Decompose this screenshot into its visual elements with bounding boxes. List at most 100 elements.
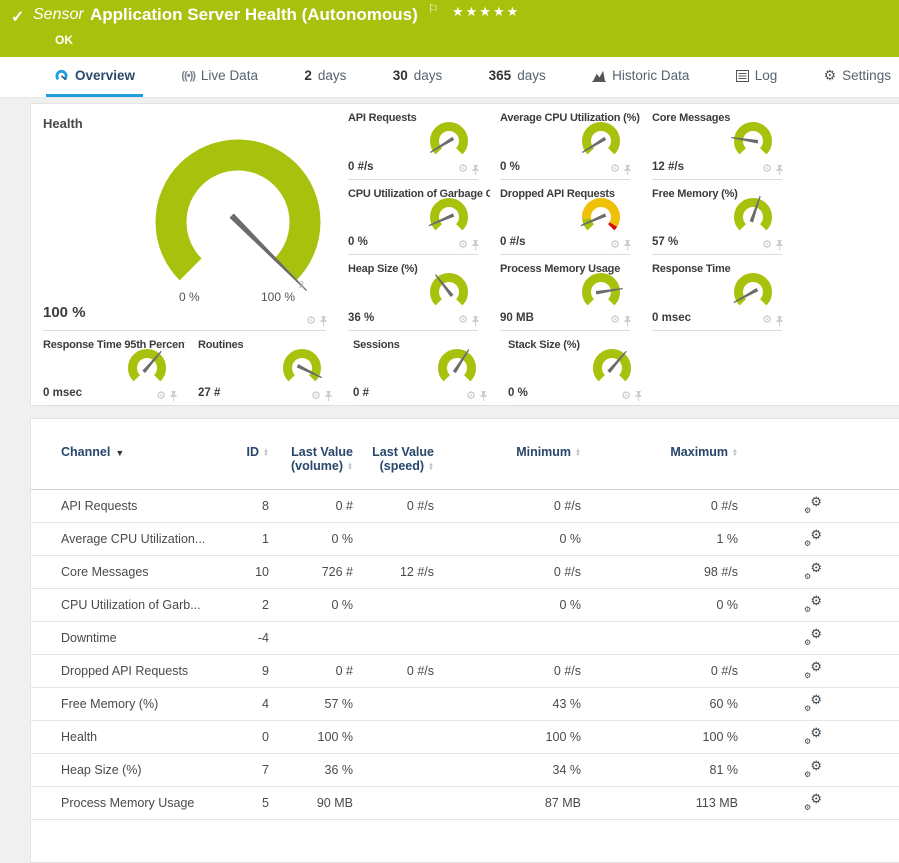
gauge-tile-dropped-api-requests: Dropped API Requests0 #/s⚙ bbox=[488, 180, 640, 256]
gauge-tile-value: 27 # bbox=[198, 387, 220, 399]
settings-icon: ⚙ bbox=[824, 67, 837, 84]
gear-icon[interactable]: ⚙ bbox=[466, 391, 476, 402]
gear-icon[interactable]: ⚙ bbox=[458, 315, 468, 326]
gear-icon[interactable]: ⚙ bbox=[610, 315, 620, 326]
channel-settings-icon[interactable]: ⚙⚙ bbox=[804, 695, 822, 711]
table-row-downtime: Downtime-4⚙⚙ bbox=[31, 622, 899, 655]
gauge-tile-value: 57 % bbox=[652, 236, 678, 248]
pin-icon[interactable] bbox=[319, 315, 328, 327]
pin-icon[interactable] bbox=[623, 315, 632, 327]
pin-icon[interactable] bbox=[623, 164, 632, 176]
tab-log[interactable]: Log bbox=[728, 57, 786, 97]
tile-separator bbox=[198, 405, 331, 406]
column-header-maximum[interactable]: Maximum▲▼ bbox=[581, 445, 738, 459]
pin-icon[interactable] bbox=[623, 239, 632, 251]
tab-label: Overview bbox=[75, 68, 135, 83]
gauge-arc bbox=[726, 268, 780, 314]
table-row-health: Health0100 %100 %100 %⚙⚙ bbox=[31, 721, 899, 754]
gear-icon[interactable]: ⚙ bbox=[306, 316, 316, 327]
gauge-tile-label: Health bbox=[43, 116, 83, 131]
gauge-tile-routines: Routines27 #⚙ bbox=[186, 331, 341, 406]
gauge-tile-value: 0 % bbox=[348, 236, 368, 248]
gauge-arc bbox=[422, 117, 476, 163]
sort-icon[interactable]: ▲▼ bbox=[428, 463, 434, 471]
cell-minimum: 87 MB bbox=[434, 796, 581, 810]
gauges-top-row: Health 0 % 100 % x̄ 100 % ⚙ API Requests… bbox=[31, 104, 899, 331]
tab-historic-data[interactable]: Historic Data bbox=[584, 57, 697, 97]
cell-minimum: 0 #/s bbox=[434, 499, 581, 513]
cell-channel: Dropped API Requests bbox=[61, 664, 221, 678]
channel-settings-icon[interactable]: ⚙⚙ bbox=[804, 497, 822, 513]
pin-icon[interactable] bbox=[479, 390, 488, 402]
channel-settings-icon[interactable]: ⚙⚙ bbox=[804, 761, 822, 777]
cell-last-value-volume: 57 % bbox=[269, 697, 353, 711]
tab-number: 2 bbox=[304, 68, 312, 83]
column-header-last-value-speed[interactable]: Last Value (speed)▲▼ bbox=[353, 445, 434, 473]
gear-icon[interactable]: ⚙ bbox=[610, 240, 620, 251]
tab-label: Log bbox=[755, 68, 778, 83]
pin-icon[interactable] bbox=[775, 164, 784, 176]
tab-2-days[interactable]: 2days bbox=[296, 57, 354, 97]
pin-icon[interactable] bbox=[169, 390, 178, 402]
table-row-heap-size: Heap Size (%)736 %34 %81 %⚙⚙ bbox=[31, 754, 899, 787]
pin-icon[interactable] bbox=[634, 390, 643, 402]
channel-settings-icon[interactable]: ⚙⚙ bbox=[804, 596, 822, 612]
channel-settings-icon[interactable]: ⚙⚙ bbox=[804, 662, 822, 678]
tile-action-icons: ⚙ bbox=[466, 390, 488, 402]
gauge-tile-sessions: Sessions0 #⚙ bbox=[341, 331, 496, 406]
sort-icon[interactable]: ▲▼ bbox=[732, 449, 738, 457]
gauges-card: Health 0 % 100 % x̄ 100 % ⚙ API Requests… bbox=[30, 103, 899, 406]
cell-last-value-volume: 726 # bbox=[269, 565, 353, 579]
gear-icon[interactable]: ⚙ bbox=[156, 391, 166, 402]
table-row-api-requests: API Requests80 #0 #/s0 #/s0 #/s⚙⚙ bbox=[31, 490, 899, 523]
gauge-tile-label: Average CPU Utilization (%) bbox=[500, 112, 640, 124]
gear-icon[interactable]: ⚙ bbox=[311, 391, 321, 402]
gear-icon[interactable]: ⚙ bbox=[458, 240, 468, 251]
column-header-last-value-volume[interactable]: Last Value (volume)▲▼ bbox=[269, 445, 353, 473]
tab-overview[interactable]: Overview bbox=[46, 57, 143, 97]
cell-minimum: 0 % bbox=[434, 532, 581, 546]
column-header-minimum[interactable]: Minimum▲▼ bbox=[434, 445, 581, 459]
gauge-tile-label: API Requests bbox=[348, 112, 417, 124]
pin-icon[interactable] bbox=[324, 390, 333, 402]
gauge-tile-value: 12 #/s bbox=[652, 161, 684, 173]
cell-last-value-volume: 0 # bbox=[269, 664, 353, 678]
cell-channel: Heap Size (%) bbox=[61, 763, 221, 777]
gear-icon[interactable]: ⚙ bbox=[458, 164, 468, 175]
pin-icon[interactable] bbox=[471, 239, 480, 251]
tab-30-days[interactable]: 30days bbox=[385, 57, 451, 97]
tab-bar: Overview ((•))Live Data 2days 30days 365days… bbox=[0, 57, 899, 98]
gauge-tile-value: 0 msec bbox=[43, 387, 82, 399]
gear-icon[interactable]: ⚙ bbox=[762, 315, 772, 326]
channel-settings-icon[interactable]: ⚙⚙ bbox=[804, 563, 822, 579]
health-gauge-tile: Health 0 % 100 % x̄ 100 % ⚙ bbox=[31, 104, 336, 331]
channel-settings-icon[interactable]: ⚙⚙ bbox=[804, 629, 822, 645]
cell-id: 9 bbox=[221, 664, 269, 678]
priority-stars[interactable]: ★★★★★ bbox=[452, 4, 520, 20]
sort-desc-icon[interactable]: ▼ bbox=[115, 448, 124, 458]
channel-settings-icon[interactable]: ⚙⚙ bbox=[804, 728, 822, 744]
tab-label: Settings bbox=[842, 68, 891, 83]
pin-icon[interactable] bbox=[775, 239, 784, 251]
tab-live-data[interactable]: ((•))Live Data bbox=[173, 57, 266, 97]
channel-settings-icon[interactable]: ⚙⚙ bbox=[804, 794, 822, 810]
prtg-sensor-overview-page: { "colors": { "brand_green": "#a8c10d", … bbox=[0, 0, 899, 848]
tab-settings[interactable]: ⚙ Settings bbox=[816, 57, 899, 97]
tab-365-days[interactable]: 365days bbox=[481, 57, 554, 97]
gear-icon[interactable]: ⚙ bbox=[762, 240, 772, 251]
pin-icon[interactable] bbox=[471, 315, 480, 327]
column-header-id[interactable]: ID▲▼ bbox=[221, 445, 269, 459]
cell-minimum: 0 % bbox=[434, 598, 581, 612]
gauge-tile-label: Stack Size (%) bbox=[508, 339, 580, 351]
pin-icon[interactable] bbox=[471, 164, 480, 176]
sensor-status-header: ✓ Sensor Application Server Health (Auto… bbox=[0, 0, 899, 57]
gear-icon[interactable]: ⚙ bbox=[762, 164, 772, 175]
flag-icon[interactable]: ⚐ bbox=[428, 2, 439, 16]
column-header-channel[interactable]: Channel▼ bbox=[61, 445, 221, 459]
channel-settings-icon[interactable]: ⚙⚙ bbox=[804, 530, 822, 546]
gauge-tile-stack-size: Stack Size (%)0 %⚙ bbox=[496, 331, 651, 406]
gear-icon[interactable]: ⚙ bbox=[610, 164, 620, 175]
pin-icon[interactable] bbox=[775, 315, 784, 327]
gear-icon[interactable]: ⚙ bbox=[621, 391, 631, 402]
tile-action-icons: ⚙ bbox=[311, 390, 333, 402]
